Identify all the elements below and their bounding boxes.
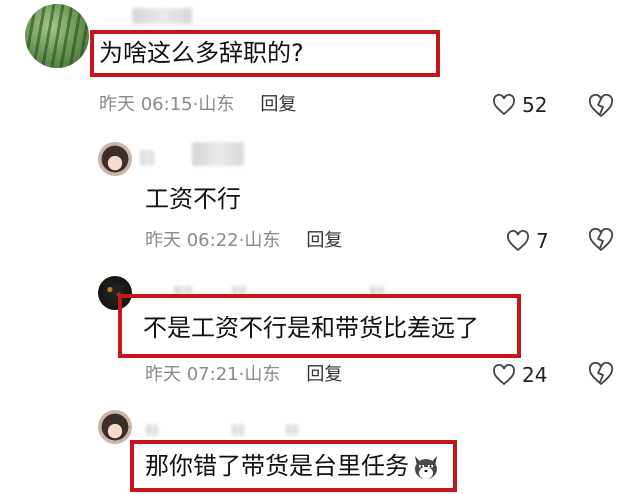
reply-button[interactable]: 回复	[306, 364, 342, 385]
like-count: 52	[522, 93, 548, 117]
reply-button[interactable]: 回复	[260, 94, 296, 115]
avatar[interactable]	[25, 4, 89, 68]
blurred-username	[192, 142, 244, 166]
avatar[interactable]	[98, 410, 132, 444]
comment-text: 为啥这么多辞职的?	[99, 39, 304, 67]
comment-location: 山东	[244, 230, 281, 251]
blurred-username	[132, 8, 192, 24]
comment-meta: 昨天 06:22·山东 回复	[145, 230, 343, 251]
comment-meta: 昨天 07:21·山东 回复	[145, 364, 343, 385]
heart-outline-icon	[493, 94, 515, 116]
like-button[interactable]: 24	[492, 364, 547, 386]
like-button[interactable]: 52	[492, 94, 547, 116]
broken-heart-icon[interactable]	[588, 228, 614, 252]
comment-location: 山东	[198, 94, 235, 115]
broken-heart-icon[interactable]	[588, 94, 614, 118]
comment-time: 昨天 06:22	[145, 230, 239, 251]
heart-outline-icon	[493, 364, 515, 386]
blurred-username	[286, 424, 298, 436]
comment-meta: 昨天 06:15·山东 回复	[99, 94, 297, 115]
reply-button[interactable]: 回复	[306, 230, 342, 251]
like-count: 7	[536, 229, 549, 253]
comment-row: 那你错了带货是台里任务	[145, 451, 441, 482]
comment-text: 工资不行	[145, 185, 241, 213]
comment-text: 那你错了带货是台里任务	[145, 452, 409, 480]
like-count: 24	[522, 363, 548, 387]
blurred-username	[140, 150, 154, 166]
broken-heart-icon[interactable]	[588, 362, 614, 386]
like-button[interactable]: 7	[506, 230, 549, 252]
comment-time: 昨天 07:21	[145, 364, 239, 385]
heart-outline-icon	[507, 230, 529, 252]
comment-location: 山东	[244, 364, 281, 385]
blurred-username	[146, 424, 158, 436]
blurred-username	[232, 424, 244, 436]
comment-time: 昨天 06:15	[99, 94, 193, 115]
comment-text: 不是工资不行是和带货比差远了	[143, 314, 479, 342]
avatar[interactable]	[98, 142, 132, 176]
wolf-emoji-icon	[415, 456, 437, 479]
